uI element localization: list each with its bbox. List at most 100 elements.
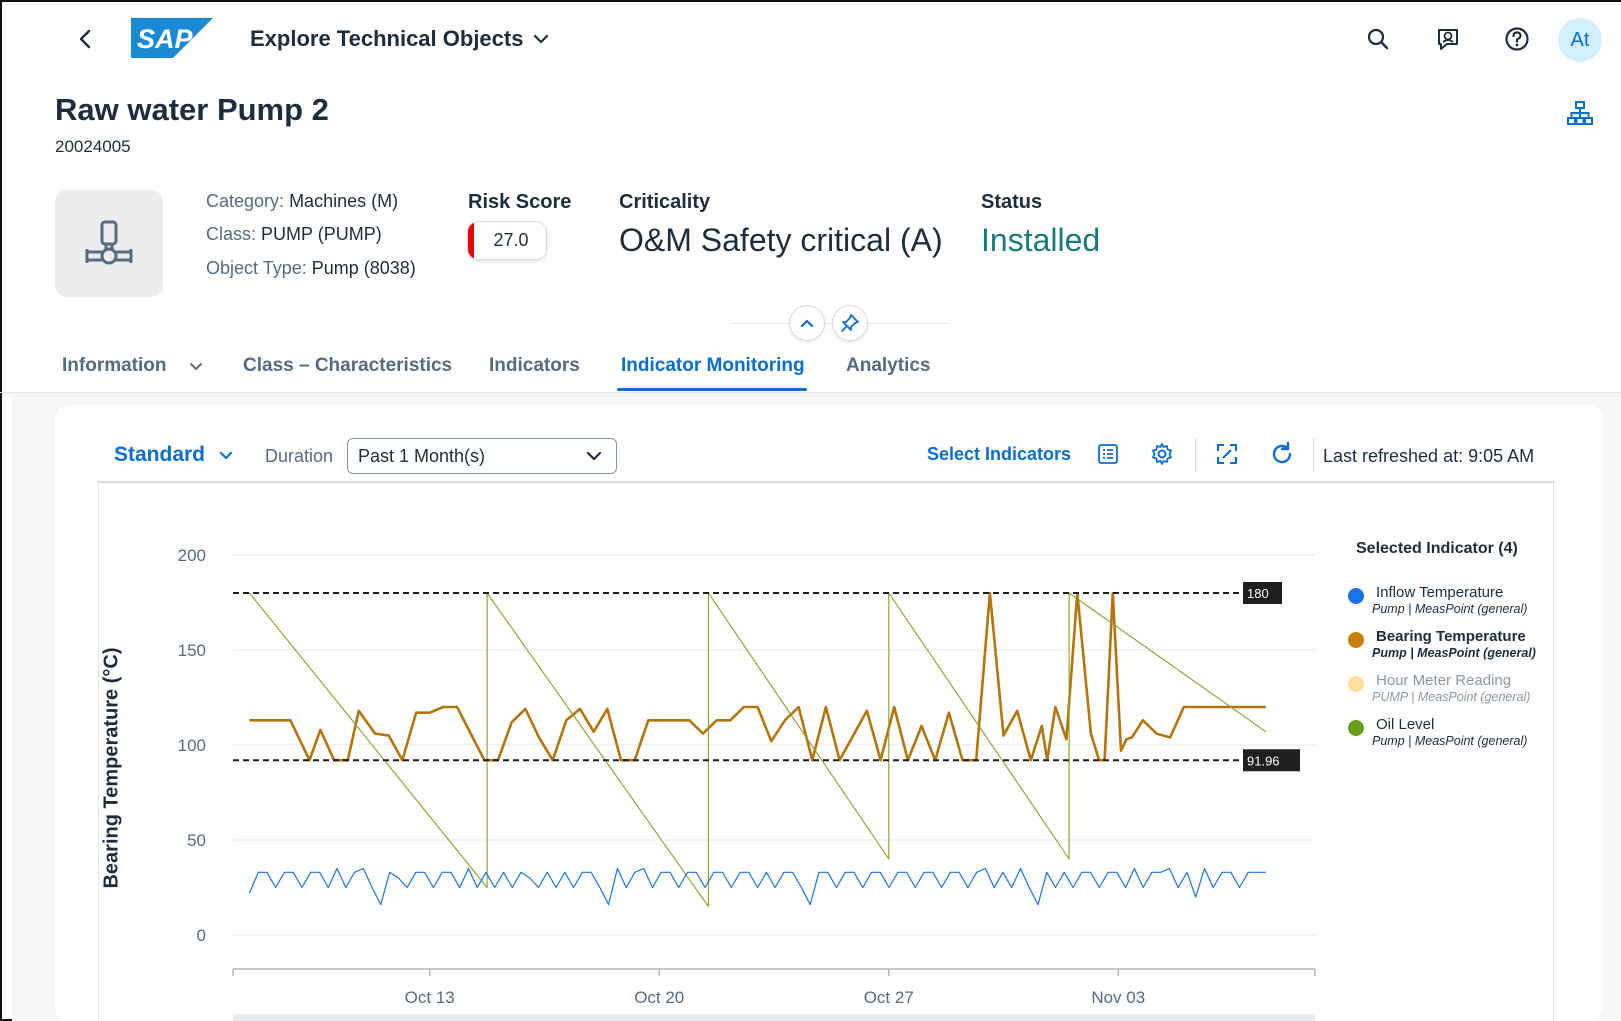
tab-label: Class – Characteristics bbox=[243, 355, 453, 376]
search-icon bbox=[1367, 28, 1389, 50]
search-button[interactable] bbox=[1363, 24, 1393, 54]
refresh-button[interactable] bbox=[1266, 438, 1298, 470]
settings-button[interactable] bbox=[1146, 438, 1178, 470]
pin-header-button[interactable] bbox=[833, 306, 867, 340]
duration-label: Duration bbox=[265, 446, 334, 466]
sap-logo[interactable]: SAP bbox=[131, 18, 213, 58]
chevron-down-icon bbox=[586, 451, 602, 461]
help-icon bbox=[1505, 27, 1529, 51]
pin-icon bbox=[841, 314, 859, 332]
attribute-label: Category: bbox=[206, 191, 285, 211]
duration-select[interactable]: Past 1 Month(s) bbox=[347, 438, 617, 474]
attribute-category: Category: Machines (M) bbox=[206, 191, 398, 212]
chevron-down-icon bbox=[534, 34, 549, 44]
status-value: Installed bbox=[981, 222, 1101, 258]
legend-source: PUMP | MeasPoint (general) bbox=[1372, 690, 1531, 704]
sap-logo-text: SAP bbox=[137, 24, 194, 54]
x-tick-label: Nov 03 bbox=[1091, 988, 1145, 1007]
tab-label: Indicators bbox=[489, 355, 580, 376]
range-selector bbox=[233, 1014, 1315, 1021]
legend-name: Oil Level bbox=[1376, 716, 1435, 733]
attribute-value: PUMP (PUMP) bbox=[261, 224, 382, 244]
app-title-menu[interactable]: Explore Technical Objects bbox=[250, 26, 549, 52]
select-indicators-button[interactable]: Select Indicators bbox=[927, 444, 1071, 465]
legend-dot bbox=[1348, 676, 1364, 692]
status-label: Status bbox=[981, 191, 1043, 213]
active-tab-indicator bbox=[617, 388, 807, 391]
feedback-button[interactable] bbox=[1433, 24, 1463, 54]
fullscreen-icon bbox=[1217, 444, 1237, 464]
feedback-icon bbox=[1438, 29, 1458, 50]
variant-label: Standard bbox=[114, 443, 206, 466]
tab-indicator-monitoring[interactable]: Indicator Monitoring bbox=[621, 355, 805, 377]
x-tick-label: Oct 27 bbox=[864, 988, 914, 1007]
legend-dot bbox=[1348, 588, 1364, 604]
criticality-value: O&M Safety critical (A) bbox=[619, 222, 943, 258]
attribute-value: Machines (M) bbox=[289, 191, 399, 211]
tab-indicators[interactable]: Indicators bbox=[489, 355, 580, 377]
pump-icon bbox=[85, 220, 133, 264]
tab-label: Information bbox=[62, 355, 167, 376]
table-view-button[interactable] bbox=[1092, 438, 1124, 470]
back-button[interactable] bbox=[72, 24, 98, 54]
x-tick-label: Oct 13 bbox=[405, 988, 455, 1007]
toolbar-separator bbox=[1313, 438, 1314, 472]
risk-score-label: Risk Score bbox=[468, 191, 572, 213]
tab-bar: Information Class – Characteristics Indi… bbox=[0, 345, 1621, 393]
shell-bar: SAP Explore Technical Objects At bbox=[0, 0, 1621, 80]
legend-source: Pump | MeasPoint (general) bbox=[1372, 734, 1528, 748]
threshold-label: 180 bbox=[1247, 586, 1269, 601]
y-tick-label: 0 bbox=[197, 926, 206, 945]
attribute-object-type: Object Type: Pump (8038) bbox=[206, 258, 416, 279]
attribute-value: Pump (8038) bbox=[311, 258, 416, 278]
object-id: 20024005 bbox=[55, 137, 131, 156]
attribute-class: Class: PUMP (PUMP) bbox=[206, 224, 382, 245]
settings-icon bbox=[1152, 443, 1172, 465]
x-tick-label: Oct 20 bbox=[634, 988, 684, 1007]
legend-dot bbox=[1348, 632, 1364, 648]
toolbar-separator bbox=[1195, 438, 1196, 472]
last-refreshed-label: Last refreshed at: bbox=[1323, 446, 1464, 466]
legend-source: Pump | MeasPoint (general) bbox=[1372, 646, 1536, 660]
risk-score-badge: 27.0 bbox=[468, 222, 546, 259]
chart-panel bbox=[98, 483, 1554, 1021]
tab-information[interactable]: Information bbox=[62, 355, 203, 377]
criticality-label: Criticality bbox=[619, 191, 711, 213]
y-tick-label: 150 bbox=[178, 641, 206, 660]
chevron-up-icon bbox=[800, 319, 814, 328]
variant-selector[interactable]: Standard bbox=[114, 443, 233, 467]
legend-dot bbox=[1348, 720, 1364, 736]
last-refreshed-time: 9:05 AM bbox=[1468, 446, 1535, 466]
object-image bbox=[55, 190, 163, 297]
threshold-label: 91.96 bbox=[1247, 753, 1280, 768]
chevron-down-icon bbox=[189, 363, 202, 371]
refresh-icon bbox=[1272, 441, 1292, 464]
last-refreshed: Last refreshed at: 9:05 AM bbox=[1323, 446, 1534, 467]
legend-source: Pump | MeasPoint (general) bbox=[1372, 602, 1528, 616]
duration-value: Past 1 Month(s) bbox=[358, 445, 486, 466]
y-axis-label: Bearing Temperature (°C) bbox=[100, 647, 123, 889]
legend-name: Bearing Temperature bbox=[1376, 628, 1526, 645]
legend-title: Selected Indicator (4) bbox=[1356, 540, 1518, 557]
tab-label: Indicator Monitoring bbox=[621, 355, 805, 376]
table-view-icon bbox=[1098, 444, 1118, 464]
tab-class-characteristics[interactable]: Class – Characteristics bbox=[243, 355, 452, 377]
y-tick-label: 200 bbox=[178, 546, 206, 565]
legend-name: Hour Meter Reading bbox=[1376, 672, 1512, 689]
app-title: Explore Technical Objects bbox=[250, 26, 524, 51]
object-title: Raw water Pump 2 bbox=[55, 92, 329, 127]
y-tick-label: 100 bbox=[178, 736, 206, 755]
attribute-label: Object Type: bbox=[206, 258, 307, 278]
tab-label: Analytics bbox=[846, 355, 931, 376]
hierarchy-icon[interactable] bbox=[1567, 100, 1593, 126]
back-icon bbox=[79, 29, 91, 49]
tab-analytics[interactable]: Analytics bbox=[846, 355, 930, 377]
user-avatar[interactable]: At bbox=[1558, 18, 1602, 62]
fullscreen-button[interactable] bbox=[1211, 438, 1243, 470]
y-tick-label: 50 bbox=[187, 831, 206, 850]
attribute-label: Class: bbox=[206, 224, 257, 244]
legend-name: Inflow Temperature bbox=[1376, 584, 1504, 601]
collapse-header-button[interactable] bbox=[790, 306, 824, 340]
chevron-down-icon bbox=[219, 451, 233, 460]
help-button[interactable] bbox=[1502, 24, 1532, 54]
